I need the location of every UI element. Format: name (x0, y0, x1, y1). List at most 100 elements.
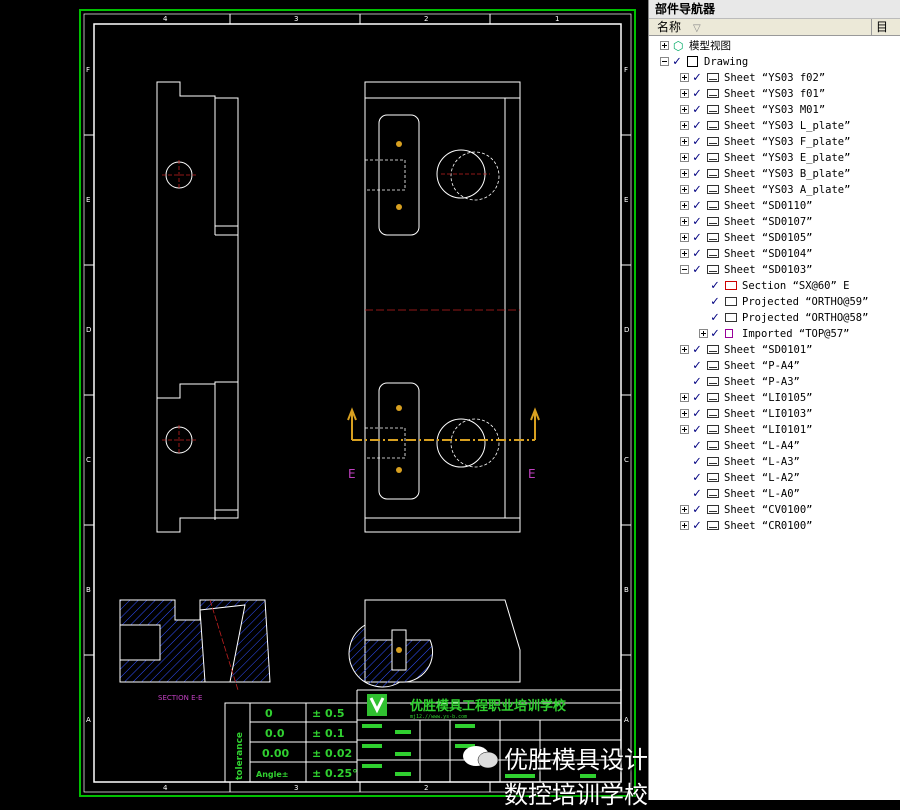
sort-arrow-icon[interactable]: ▽ (693, 23, 701, 34)
drawing-canvas[interactable]: 4 3 2 1 4 3 2 1 F E D C B A F E D C B A (0, 0, 648, 809)
cut-mark-left: E (348, 467, 356, 481)
checkmark-icon[interactable]: ✓ (693, 118, 701, 134)
tree-row[interactable]: ✓ Sheet “SD0105” (649, 230, 900, 246)
tree-row[interactable]: ✓ Sheet “LI0105” (649, 390, 900, 406)
front-view[interactable] (348, 599, 521, 688)
checkmark-icon[interactable]: ✓ (693, 486, 701, 502)
checkmark-icon[interactable]: ✓ (693, 134, 701, 150)
expand-icon[interactable] (680, 153, 689, 162)
tree-row[interactable]: ✓ Sheet “SD0104” (649, 246, 900, 262)
checkmark-icon[interactable]: ✓ (693, 406, 701, 422)
checkmark-icon[interactable]: ✓ (673, 54, 681, 70)
tree-row[interactable]: ✓ Sheet “YS03 F_plate” (649, 134, 900, 150)
tree-row[interactable]: ✓ Sheet “P-A4” (649, 358, 900, 374)
tree-row[interactable]: ✓ Sheet “YS03 f01” (649, 86, 900, 102)
expand-icon[interactable] (680, 89, 689, 98)
expand-icon[interactable] (680, 425, 689, 434)
tree-row[interactable]: ✓ Projected “ORTHO@59” (649, 294, 900, 310)
tree-row[interactable]: ✓ Sheet “YS03 A_plate” (649, 182, 900, 198)
checkmark-icon[interactable]: ✓ (693, 70, 701, 86)
part-navigator[interactable]: 部件导航器 名称 ▽ 目 ⬡ 模型视图 ✓ Drawing ✓ Sheet “YS03 f0… (648, 0, 900, 800)
tree-row[interactable]: ✓ Sheet “L-A4” (649, 438, 900, 454)
column-header[interactable]: 名称 ▽ 目 (649, 19, 900, 36)
expand-icon[interactable] (680, 185, 689, 194)
tree-row[interactable]: ✓ Sheet “YS03 L_plate” (649, 118, 900, 134)
expand-icon[interactable] (680, 73, 689, 82)
tree-row[interactable]: ✓ Sheet “LI0101” (649, 422, 900, 438)
expand-icon[interactable] (680, 105, 689, 114)
tree-row[interactable]: ✓ Sheet “YS03 M01” (649, 102, 900, 118)
checkmark-icon[interactable]: ✓ (693, 374, 701, 390)
checkmark-icon[interactable]: ✓ (693, 182, 701, 198)
checkmark-icon[interactable]: ✓ (693, 502, 701, 518)
section-view[interactable] (119, 599, 271, 691)
tree-row[interactable]: ✓ Sheet “P-A3” (649, 374, 900, 390)
checkmark-icon[interactable]: ✓ (693, 262, 701, 278)
tree-row[interactable]: ✓ Sheet “SD0101” (649, 342, 900, 358)
tree-row[interactable]: ✓ Sheet “YS03 E_plate” (649, 150, 900, 166)
expand-icon[interactable] (699, 329, 708, 338)
expand-icon[interactable] (680, 521, 689, 530)
tree-row[interactable]: ✓ Sheet “L-A0” (649, 486, 900, 502)
expand-icon[interactable] (680, 249, 689, 258)
tree-row[interactable]: ✓ Drawing (649, 54, 900, 70)
collapse-icon[interactable] (680, 265, 689, 274)
tree-row-label: Sheet “L-A4” (724, 440, 800, 452)
checkmark-icon[interactable]: ✓ (693, 86, 701, 102)
checkmark-icon[interactable]: ✓ (711, 326, 719, 342)
checkmark-icon[interactable]: ✓ (693, 454, 701, 470)
navigator-tree[interactable]: ⬡ 模型视图 ✓ Drawing ✓ Sheet “YS03 f02” ✓ Sheet “YS… (649, 36, 900, 534)
expand-icon[interactable] (680, 169, 689, 178)
tree-row[interactable]: ✓ Sheet “L-A2” (649, 470, 900, 486)
checkmark-icon[interactable]: ✓ (693, 198, 701, 214)
zone-number: 1 (555, 15, 559, 23)
expand-icon[interactable] (680, 393, 689, 402)
school-logo (367, 694, 387, 716)
checkmark-icon[interactable]: ✓ (693, 102, 701, 118)
tree-row[interactable]: ✓ Imported “TOP@57” (649, 326, 900, 342)
checkmark-icon[interactable]: ✓ (693, 518, 701, 534)
top-view[interactable] (364, 81, 521, 533)
tree-row[interactable]: ✓ Sheet “SD0110” (649, 198, 900, 214)
expand-icon[interactable] (680, 217, 689, 226)
checkmark-icon[interactable]: ✓ (711, 310, 719, 326)
checkmark-icon[interactable]: ✓ (693, 470, 701, 486)
column-extra[interactable]: 目 (872, 19, 900, 35)
expand-icon[interactable] (680, 409, 689, 418)
collapse-icon[interactable] (660, 57, 669, 66)
checkmark-icon[interactable]: ✓ (693, 214, 701, 230)
checkmark-icon[interactable]: ✓ (711, 294, 719, 310)
tree-row[interactable]: ⬡ 模型视图 (649, 38, 900, 54)
expand-icon[interactable] (680, 345, 689, 354)
checkmark-icon[interactable]: ✓ (693, 342, 701, 358)
section-cut-line[interactable] (347, 407, 540, 441)
checkmark-icon[interactable]: ✓ (711, 278, 719, 294)
expand-icon[interactable] (680, 201, 689, 210)
tree-row[interactable]: ✓ Sheet “YS03 f02” (649, 70, 900, 86)
expand-icon[interactable] (680, 121, 689, 130)
tree-row[interactable]: ✓ Projected “ORTHO@58” (649, 310, 900, 326)
checkmark-icon[interactable]: ✓ (693, 166, 701, 182)
checkmark-icon[interactable]: ✓ (693, 246, 701, 262)
expand-icon[interactable] (660, 41, 669, 50)
checkmark-icon[interactable]: ✓ (693, 390, 701, 406)
tree-row[interactable]: ✓ Section “SX@60” E (649, 278, 900, 294)
side-view[interactable] (156, 81, 239, 533)
tree-row[interactable]: ✓ Sheet “SD0103” (649, 262, 900, 278)
tree-row[interactable]: ✓ Sheet “YS03 B_plate” (649, 166, 900, 182)
tree-row[interactable]: ✓ Sheet “CV0100” (649, 502, 900, 518)
column-name[interactable]: 名称 ▽ (649, 19, 872, 35)
tree-row[interactable]: ✓ Sheet “LI0103” (649, 406, 900, 422)
zone-number: 3 (294, 784, 298, 792)
checkmark-icon[interactable]: ✓ (693, 230, 701, 246)
expand-icon[interactable] (680, 137, 689, 146)
tree-row[interactable]: ✓ Sheet “L-A3” (649, 454, 900, 470)
expand-icon[interactable] (680, 233, 689, 242)
checkmark-icon[interactable]: ✓ (693, 358, 701, 374)
tree-row[interactable]: ✓ Sheet “SD0107” (649, 214, 900, 230)
expand-icon[interactable] (680, 505, 689, 514)
checkmark-icon[interactable]: ✓ (693, 422, 701, 438)
checkmark-icon[interactable]: ✓ (693, 438, 701, 454)
checkmark-icon[interactable]: ✓ (693, 150, 701, 166)
tree-row[interactable]: ✓ Sheet “CR0100” (649, 518, 900, 534)
